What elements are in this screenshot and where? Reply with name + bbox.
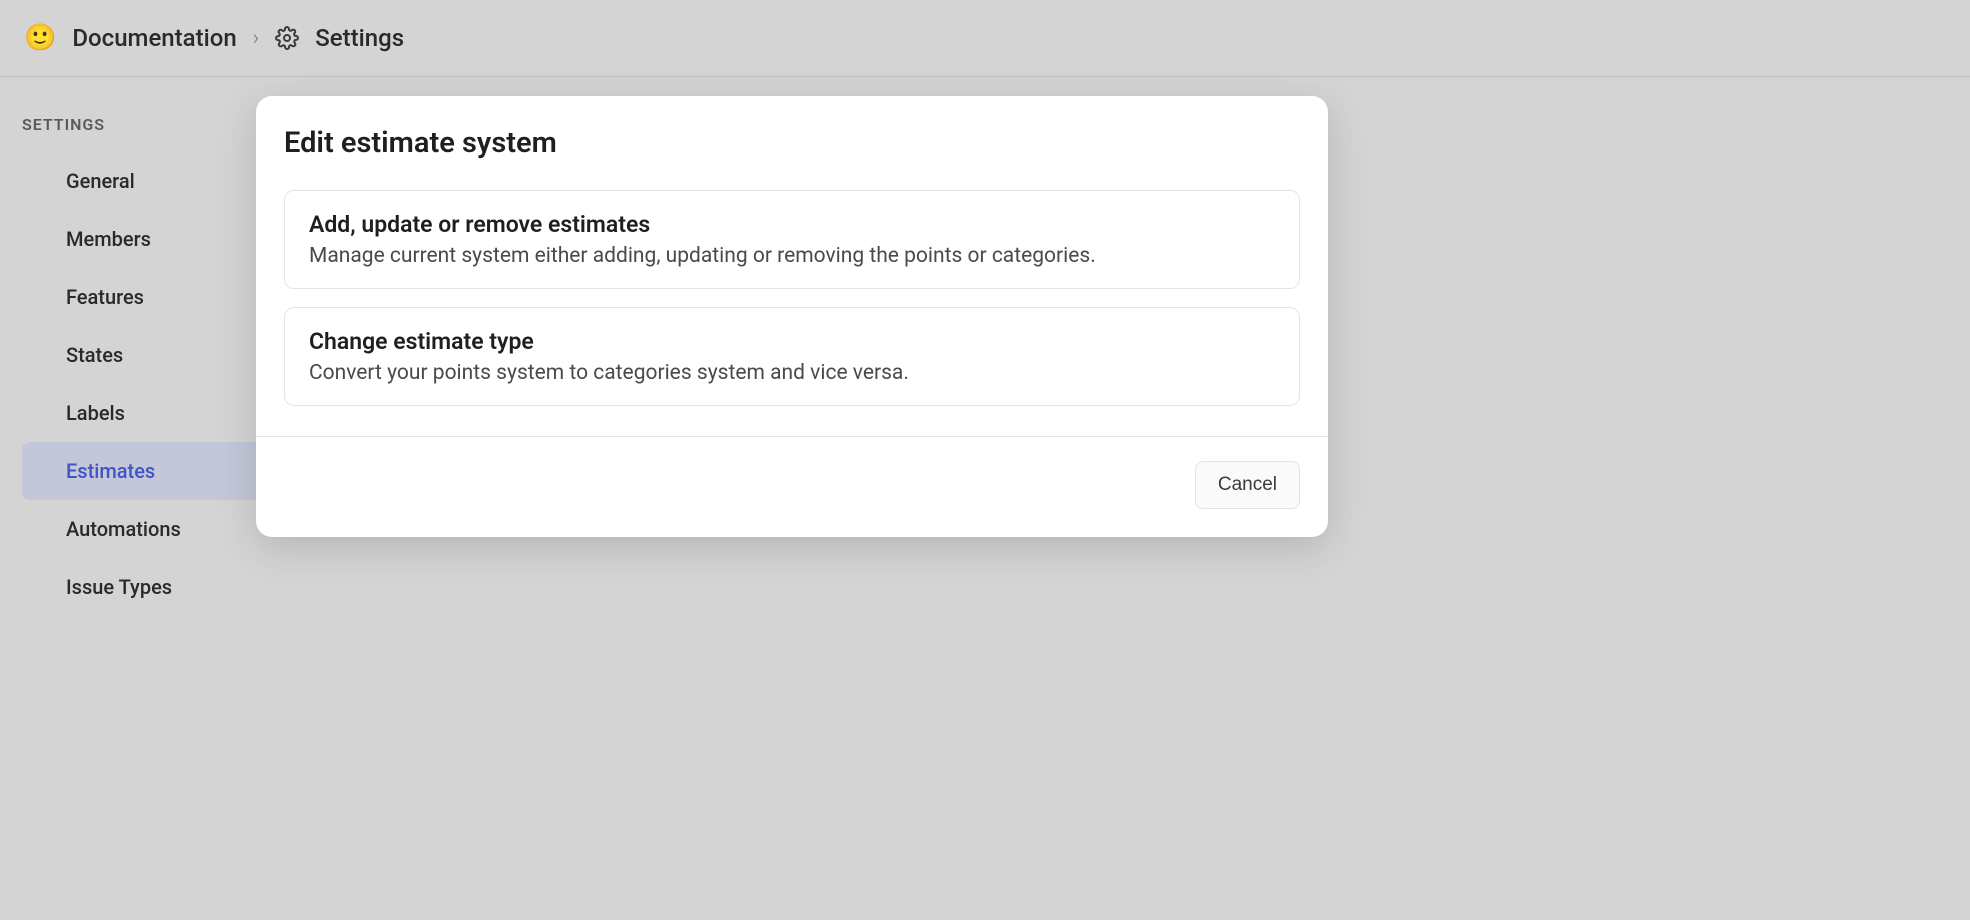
- edit-estimate-modal: Edit estimate system Add, update or remo…: [256, 96, 1328, 537]
- sidebar-item-automations[interactable]: Automations: [22, 500, 260, 558]
- sidebar-item-states[interactable]: States: [22, 326, 260, 384]
- option-description: Manage current system either adding, upd…: [309, 244, 1275, 268]
- modal-footer: Cancel: [256, 436, 1328, 537]
- settings-sidebar: SETTINGS General Members Features States…: [0, 77, 260, 920]
- option-change-type[interactable]: Change estimate type Convert your points…: [284, 307, 1300, 406]
- sidebar-item-members[interactable]: Members: [22, 210, 260, 268]
- sidebar-item-issue-types[interactable]: Issue Types: [22, 558, 260, 616]
- gear-icon: [275, 26, 299, 50]
- breadcrumb-page-label: Settings: [315, 24, 404, 52]
- modal-body: Edit estimate system Add, update or remo…: [256, 96, 1328, 436]
- sidebar-item-labels[interactable]: Labels: [22, 384, 260, 442]
- breadcrumb-page[interactable]: Settings: [275, 24, 404, 52]
- option-title: Add, update or remove estimates: [309, 211, 1275, 238]
- sidebar-item-general[interactable]: General: [22, 152, 260, 210]
- sidebar-item-features[interactable]: Features: [22, 268, 260, 326]
- breadcrumb-project-label: Documentation: [72, 24, 236, 52]
- modal-title: Edit estimate system: [284, 126, 1300, 160]
- option-add-update-remove[interactable]: Add, update or remove estimates Manage c…: [284, 190, 1300, 289]
- project-emoji-icon: 🙂: [24, 25, 56, 51]
- chevron-right-icon: ›: [253, 26, 260, 51]
- header: 🙂 Documentation › Settings: [0, 0, 1970, 77]
- cancel-button[interactable]: Cancel: [1195, 461, 1300, 509]
- sidebar-heading: SETTINGS: [0, 105, 260, 152]
- option-title: Change estimate type: [309, 328, 1275, 355]
- option-description: Convert your points system to categories…: [309, 361, 1275, 385]
- breadcrumb-project[interactable]: 🙂 Documentation: [24, 24, 237, 52]
- sidebar-item-estimates[interactable]: Estimates: [22, 442, 260, 500]
